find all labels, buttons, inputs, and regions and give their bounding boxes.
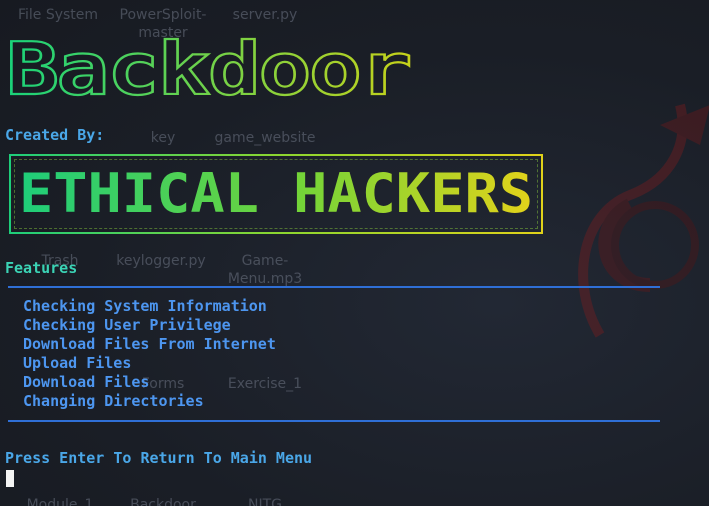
author-banner: ETHICAL HACKERS [9,154,543,234]
divider-bottom [8,420,660,422]
features-heading: Features [5,259,78,277]
banner-title: Backdoor [6,27,410,110]
created-by-label: Created By: [5,126,105,144]
feature-item: Checking System Information [23,297,267,315]
feature-item: Checking User Privilege [23,316,231,334]
terminal-window[interactable]: Backdoor Created By: ETHICAL HACKERS Fea… [0,0,709,506]
terminal-cursor[interactable] [6,470,14,487]
feature-item: Download Files [23,373,150,391]
feature-item: Download Files From Internet [23,335,276,353]
backdoor-ascii-banner: Backdoor [5,26,413,110]
author-banner-art: ETHICAL HACKERS [19,162,533,225]
author-name: ETHICAL HACKERS [19,162,533,225]
divider-top [8,286,660,288]
return-prompt: Press Enter To Return To Main Menu [5,449,313,467]
feature-item: Changing Directories [23,392,204,410]
feature-item: Upload Files [23,354,132,372]
